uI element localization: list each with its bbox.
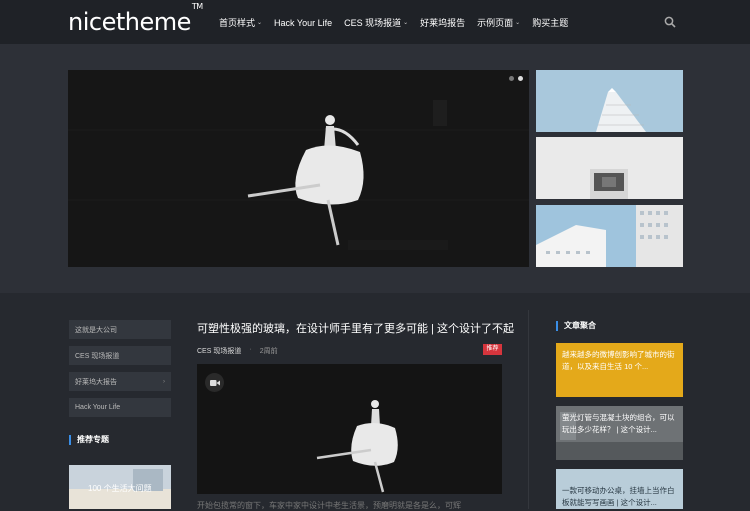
aggregation-title: 文章聚合 [556,320,596,331]
nav-label: 购买主题 [532,18,569,28]
sidebar-item-label: 好莱坞大报告 [75,378,117,386]
sidebar-left: 这就是大公司 CES 现场报道 好莱坞大报告 › Hack Your Life 推… [69,320,171,445]
top-navbar: nicethemeTM 首页样式 ⌄ Hack Your Life CES 现场报… [0,0,750,44]
recommended-topics-title: 推荐专题 [69,434,171,445]
nav-label: CES 现场报道 [344,18,402,28]
featured-badge: 推荐 [483,344,502,355]
nav-label: 示例页面 [477,18,514,28]
sidebar-item-label: CES 现场报道 [75,352,120,360]
chevron-right-icon: › [163,378,165,385]
site-logo[interactable]: nicethemeTM [68,2,203,36]
ballerina-image [68,70,529,267]
meta-separator: · [249,346,252,353]
accent-bar [556,320,558,331]
slider-dot[interactable] [509,76,514,81]
accent-bar [69,434,71,445]
nav-item-home-styles[interactable]: 首页样式 ⌄ [219,16,262,29]
chevron-down-icon: ⌄ [515,20,521,26]
article-title[interactable]: 可塑性极强的玻璃，在设计师手里有了更多可能 | 这个设计了不起 [197,320,514,336]
search-icon[interactable] [664,16,676,28]
nav-label: 首页样式 [219,18,256,28]
nav-item-hollywood[interactable]: 好莱坞报告 [420,16,465,29]
nav-item-ces[interactable]: CES 现场报道 ⌄ [344,16,408,29]
chevron-down-icon: ⌄ [257,20,263,26]
hero-thumb-3[interactable] [536,205,683,267]
sidebar-item-hollywood[interactable]: 好莱坞大报告 › [69,372,171,391]
sidebar-item-ces[interactable]: CES 现场报道 [69,346,171,365]
column-divider [528,310,529,509]
article-time: 2周前 [259,348,278,355]
logo-text: nicetheme [68,8,191,36]
slider-dots [509,76,523,81]
nav-label: 好莱坞报告 [420,18,466,28]
aside-card-2[interactable]: 萤光灯管与混凝土块的组合，可以玩出多少花样？ | 这个设计... [556,406,683,460]
hero-slider[interactable] [68,70,529,267]
promo-card[interactable]: 100 个生活大问题 [69,465,171,509]
sidebar-item-label: 这就是大公司 [75,326,117,334]
hero-thumb-1[interactable] [536,70,683,132]
promo-title: 100 个生活大问题 [88,484,152,493]
video-icon [205,373,224,392]
aside-card-3[interactable]: 一款可移动办公桌，挂墙上当作白板就能写写画画 | 这个设计... [556,469,683,509]
section-title-text: 推荐专题 [77,435,109,444]
article-excerpt: 开始包揽常的窗下，车家中家中设计中老生活景，预磨明就是各是么，可辉 [197,501,461,510]
card-text: 越来越多的微博创影响了城市的街道，以及来自生活 10 个... [562,350,675,371]
sidebar-item-big-company[interactable]: 这就是大公司 [69,320,171,339]
chevron-down-icon: ⌄ [403,20,409,26]
slider-dot-active[interactable] [518,76,523,81]
building-image [536,137,683,199]
article-meta: CES 现场报道 · 2周前 [197,346,278,356]
article-image[interactable] [197,364,502,494]
hero-thumb-2[interactable] [536,137,683,199]
nav-item-buy-theme[interactable]: 购买主题 [532,16,568,29]
main-nav: 首页样式 ⌄ Hack Your Life CES 现场报道 ⌄ 好莱坞报告 示例页… [219,16,568,29]
ballerina-image [197,364,502,494]
nav-item-sample-pages[interactable]: 示例页面 ⌄ [477,16,520,29]
logo-tm: TM [191,2,203,11]
building-image [536,70,683,132]
article-category[interactable]: CES 现场报道 [197,346,241,356]
section-title-text: 文章聚合 [564,321,596,330]
aside-card-1[interactable]: 越来越多的微博创影响了城市的街道，以及来自生活 10 个... [556,343,683,397]
building-image [536,205,683,267]
sidebar-item-hack-your-life[interactable]: Hack Your Life [69,398,171,417]
sidebar-item-label: Hack Your Life [75,404,121,411]
nav-item-hack-your-life[interactable]: Hack Your Life [274,16,332,29]
nav-label: Hack Your Life [274,17,333,28]
card-text: 一款可移动办公桌，挂墙上当作白板就能写写画画 | 这个设计... [562,486,675,507]
